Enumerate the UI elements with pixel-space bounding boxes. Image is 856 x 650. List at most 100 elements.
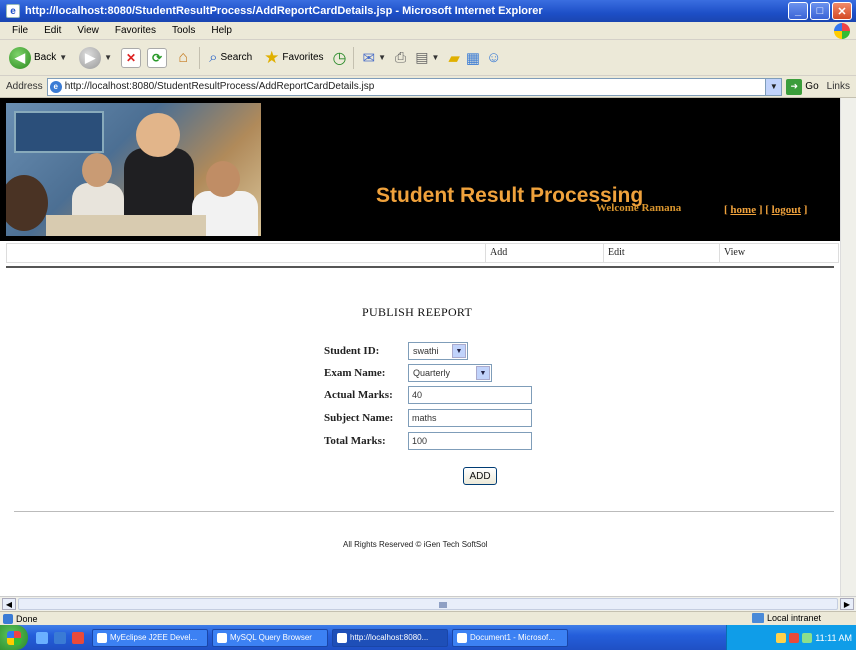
back-label: Back [34, 52, 57, 63]
back-button[interactable]: ◀ Back ▼ [6, 43, 70, 73]
word-icon [457, 632, 467, 643]
minimize-button[interactable]: _ [788, 2, 808, 20]
tray-icon[interactable] [802, 632, 813, 643]
nav-add[interactable]: Add [485, 244, 603, 262]
favorites-button[interactable]: ★ Favorites [261, 43, 326, 73]
print-icon[interactable]: ⎙ [395, 49, 406, 66]
menu-view[interactable]: View [69, 25, 107, 36]
mail-icon: ✉ [362, 49, 376, 67]
quick-launch [36, 631, 84, 644]
nav-edit[interactable]: Edit [603, 244, 719, 262]
home-link[interactable]: home [730, 204, 756, 216]
task-ie[interactable]: http://localhost:8080... [332, 628, 448, 647]
ie-app-icon: e [6, 4, 20, 18]
subject-name-input[interactable] [408, 409, 532, 427]
media-icon[interactable] [72, 631, 84, 644]
home-icon[interactable]: ⌂ [173, 48, 193, 68]
search-button[interactable]: ⌕ Search [206, 43, 255, 73]
classroom-photo [6, 103, 261, 236]
stop-icon[interactable]: ✕ [121, 47, 142, 68]
tray-icon[interactable] [776, 632, 787, 643]
menu-file[interactable]: File [4, 25, 36, 36]
task-word[interactable]: Document1 - Microsof... [452, 628, 568, 647]
mail-button[interactable]: ✉ ▼ [360, 43, 390, 73]
close-button[interactable]: ✕ [832, 2, 852, 20]
menu-favorites[interactable]: Favorites [107, 25, 164, 36]
links-toolbar[interactable]: Links [827, 81, 850, 92]
address-bar: Address e http://localhost:8080/StudentR… [0, 76, 856, 98]
forward-button[interactable]: ▶ ▼ [76, 43, 115, 73]
logout-link[interactable]: logout [772, 204, 801, 216]
clock[interactable]: 11:11 AM [815, 633, 852, 643]
exam-name-value: Quarterly [413, 368, 451, 378]
menu-help[interactable]: Help [203, 25, 240, 36]
horizontal-scrollbar[interactable]: ◀ ▶ [0, 596, 856, 611]
exam-name-label: Exam Name: [324, 367, 386, 379]
total-marks-input[interactable] [408, 432, 532, 450]
messenger-icon[interactable]: ☺ [486, 49, 501, 66]
actual-marks-label: Actual Marks: [324, 389, 393, 401]
address-dropdown-icon[interactable]: ▼ [765, 78, 782, 95]
page-content: Student Result Processing Welcome Ramana… [0, 98, 840, 596]
exam-name-select[interactable]: Quarterly ▼ [408, 364, 492, 382]
header-links: [ home ] [ logout ] [724, 204, 808, 216]
nav-view[interactable]: View [719, 244, 839, 262]
task-myeclipse[interactable]: MyEclipse J2EE Devel... [92, 628, 208, 647]
student-id-value: swathi [413, 346, 439, 356]
go-label: Go [805, 81, 819, 92]
go-button[interactable]: ➜ Go [786, 78, 819, 95]
edit-button[interactable]: ▤ ▼ [412, 43, 442, 73]
welcome-text: Welcome Ramana [596, 202, 682, 214]
ie-quicklaunch-icon[interactable] [54, 631, 66, 644]
window-title: http://localhost:8080/StudentResultProce… [25, 5, 543, 17]
scroll-right-icon[interactable]: ▶ [840, 598, 854, 610]
student-id-label: Student ID: [324, 345, 380, 357]
back-arrow-icon: ◀ [9, 46, 31, 69]
sub-navigation: Add Edit View [6, 243, 839, 263]
folder-icon[interactable]: ▰ [448, 49, 460, 67]
windows-flag-icon [7, 630, 21, 645]
task-mysql[interactable]: MySQL Query Browser [212, 628, 328, 647]
scroll-thumb[interactable] [18, 598, 838, 610]
system-tray: 11:11 AM [726, 625, 856, 650]
edit-page-icon: ▤ [415, 49, 429, 65]
form-heading: PUBLISH REEPORT [362, 305, 473, 319]
favorites-label: Favorites [282, 52, 324, 63]
chevron-down-icon: ▼ [452, 344, 466, 358]
actual-marks-input[interactable] [408, 386, 532, 404]
total-marks-label: Total Marks: [324, 435, 386, 447]
maximize-button[interactable]: □ [810, 2, 830, 20]
edit-dropdown-icon: ▼ [431, 53, 440, 62]
intranet-icon [752, 613, 764, 623]
menu-tools[interactable]: Tools [164, 25, 203, 36]
menu-edit[interactable]: Edit [36, 25, 69, 36]
toolbar-separator [199, 46, 201, 69]
forward-dropdown-icon[interactable]: ▼ [104, 53, 112, 62]
show-desktop-icon[interactable] [36, 631, 48, 644]
security-zone: Local intranet [752, 613, 821, 623]
research-icon[interactable]: ▦ [466, 49, 480, 67]
history-icon[interactable]: ◷ [333, 48, 347, 68]
site-banner: Student Result Processing Welcome Ramana… [0, 98, 840, 241]
vertical-scrollbar[interactable] [840, 98, 856, 596]
student-id-row: Student ID: swathi ▼ [324, 341, 468, 361]
go-arrow-icon: ➜ [786, 78, 803, 95]
refresh-icon[interactable]: ⟳ [147, 47, 168, 68]
footer-divider [14, 511, 834, 512]
title-bar: e http://localhost:8080/StudentResultPro… [0, 0, 856, 22]
ie-task-icon [337, 632, 347, 643]
toolbar-separator [352, 46, 354, 69]
student-id-select[interactable]: swathi ▼ [408, 342, 468, 360]
address-url: http://localhost:8080/StudentResultProce… [64, 81, 375, 92]
back-dropdown-icon[interactable]: ▼ [59, 53, 67, 62]
add-button[interactable]: ADD [463, 467, 497, 485]
ie-window: e http://localhost:8080/StudentResultPro… [0, 0, 856, 650]
status-text: Done [16, 613, 38, 624]
scroll-left-icon[interactable]: ◀ [2, 598, 16, 610]
address-input[interactable]: e http://localhost:8080/StudentResultPro… [46, 77, 783, 96]
tray-icon[interactable] [789, 632, 800, 643]
start-button[interactable] [0, 625, 28, 650]
mail-dropdown-icon: ▼ [378, 53, 387, 62]
menu-bar: File Edit View Favorites Tools Help [0, 22, 856, 40]
status-bar: Done Local intranet [0, 611, 856, 625]
